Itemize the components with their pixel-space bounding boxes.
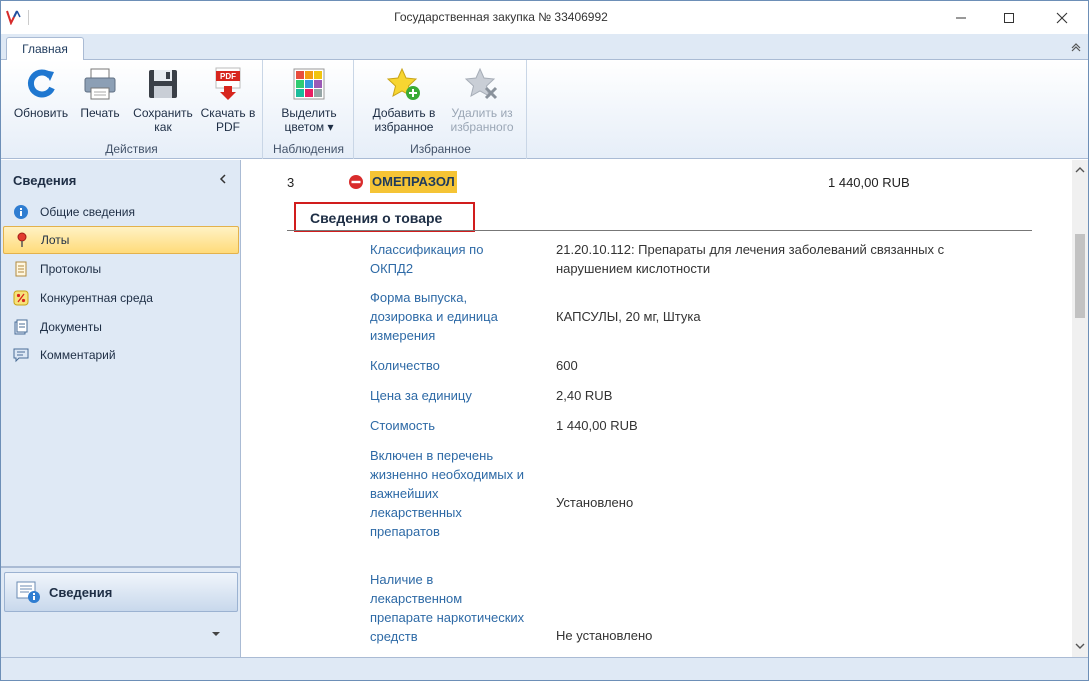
close-icon [1056, 12, 1068, 23]
ribbon-group-favorites: Добавить в избранное Удалить из избранно… [355, 60, 527, 159]
scroll-down-icon[interactable] [1075, 642, 1085, 650]
add-favorite-button[interactable]: Добавить в избранное [369, 64, 439, 142]
sidebar-item-comment[interactable]: Комментарий [3, 341, 239, 369]
minimize-icon [956, 17, 966, 18]
chevron-down-icon[interactable] [211, 630, 221, 638]
property-value: Не установлено [556, 628, 653, 643]
pdf-download-icon: PDF [215, 67, 241, 100]
info-icon [14, 205, 28, 219]
print-button[interactable]: Печать [75, 64, 125, 142]
sidebar-item-competition[interactable]: Конкурентная среда [3, 284, 239, 312]
maximize-icon [1004, 12, 1014, 23]
ribbon-group-label-favorites: Избранное [410, 142, 471, 156]
property-label: Наличие в лекарственном препарате наркот… [370, 572, 525, 644]
ribbon-group-label-observations: Наблюдения [273, 142, 344, 156]
sidebar-item-label: Документы [40, 320, 102, 334]
download-pdf-button[interactable]: PDF Скачать в PDF [197, 64, 259, 142]
percent-icon [13, 290, 29, 306]
refresh-button[interactable]: Обновить [9, 64, 73, 142]
lot-name: ОМЕПРАЗОЛ [370, 171, 457, 193]
lot-price: 1 440,00 RUB [828, 175, 910, 190]
maximize-button[interactable] [986, 1, 1032, 34]
pin-icon [17, 232, 27, 247]
printer-icon [84, 68, 116, 100]
nav-group-label: Сведения [49, 584, 113, 600]
navigation-pane: Сведения Общие сведения Лоты Протоколы К… [1, 160, 241, 657]
tab-home[interactable]: Главная [6, 37, 84, 61]
print-label: Печать [80, 106, 120, 120]
star-add-icon [386, 67, 420, 100]
sidebar-item-label: Конкурентная среда [40, 291, 153, 305]
floppy-disk-icon [149, 70, 177, 98]
sidebar-item-general-info[interactable]: Общие сведения [3, 198, 239, 226]
ribbon-group-actions: Обновить Печать Сохранить как PDF Скачат… [1, 60, 263, 159]
nav-group-button-details[interactable]: Сведения [4, 572, 238, 612]
property-value: 1 440,00 RUB [556, 418, 638, 433]
document-list-icon [15, 261, 27, 277]
section-title-product-info: Сведения о товаре [294, 202, 475, 232]
property-label: Количество [370, 358, 440, 373]
window-title: Государственная закупка № 33406992 [394, 10, 608, 24]
ribbon-group-observations: Выделить цветом ▾ Наблюдения [264, 60, 354, 159]
property-label: Форма выпуска, дозировка и единица измер… [370, 290, 498, 343]
save-as-label: Сохранить как [133, 106, 193, 134]
refresh-label: Обновить [13, 106, 69, 120]
nav-header-title: Сведения [13, 173, 77, 188]
minimize-button[interactable] [938, 1, 984, 34]
pdf-badge-text: PDF [220, 72, 236, 81]
chevron-left-icon[interactable] [218, 173, 228, 185]
property-value: КАПСУЛЫ, 20 мг, Штука [556, 309, 701, 324]
ribbon-group-label-actions: Действия [105, 142, 158, 156]
download-pdf-label: Скачать в PDF [200, 106, 256, 134]
sidebar-item-documents[interactable]: Документы [3, 313, 239, 341]
remove-favorite-button[interactable]: Удалить из избранного [443, 64, 521, 142]
status-bar [1, 657, 1088, 680]
title-bar: Государственная закупка № 33406992 [1, 1, 1088, 34]
vertical-scrollbar[interactable] [1072, 160, 1088, 657]
ribbon-collapse-icon[interactable] [1070, 41, 1082, 53]
sidebar-item-label: Общие сведения [40, 205, 135, 219]
highlight-color-label: Выделить цветом ▾ [281, 106, 337, 134]
sidebar-item-lots[interactable]: Лоты [3, 226, 239, 254]
property-label: Классификация по ОКПД2 [370, 242, 484, 276]
refresh-icon [27, 69, 55, 98]
property-value: 21.20.10.112: Препараты для лечения забо… [556, 242, 945, 276]
star-remove-icon [464, 67, 498, 100]
remove-favorite-label: Удалить из избранного [450, 106, 514, 134]
property-label: Включен в перечень жизненно необходимых … [370, 448, 524, 539]
ribbon-tab-strip: Главная [1, 34, 1088, 61]
property-value: 2,40 RUB [556, 388, 613, 403]
nav-header: Сведения [1, 160, 241, 196]
details-info-icon [16, 581, 40, 603]
color-grid-icon [293, 68, 325, 100]
sidebar-item-label: Комментарий [40, 348, 116, 362]
stop-status-icon [349, 175, 363, 189]
ribbon: Обновить Печать Сохранить как PDF Скачат… [1, 60, 1088, 159]
property-label: Цена за единицу [370, 388, 472, 403]
sidebar-item-label: Протоколы [40, 262, 102, 276]
property-label: Стоимость [370, 418, 436, 433]
close-button[interactable] [1039, 1, 1085, 34]
sidebar-item-label: Лоты [41, 233, 70, 247]
sidebar-item-protocols[interactable]: Протоколы [3, 255, 239, 283]
comment-icon [13, 348, 29, 363]
property-value: Установлено [556, 495, 634, 510]
nav-splitter[interactable] [1, 566, 241, 568]
section-divider [287, 230, 1032, 231]
documents-icon [14, 319, 28, 335]
main-content: 3 ОМЕПРАЗОЛ 1 440,00 RUB Сведения о това… [242, 160, 1088, 657]
lot-row[interactable]: 3 ОМЕПРАЗОЛ 1 440,00 RUB [242, 170, 1042, 194]
scroll-up-icon[interactable] [1075, 166, 1085, 174]
save-as-button[interactable]: Сохранить как [127, 64, 199, 142]
property-value: 600 [556, 358, 578, 373]
lot-number: 3 [287, 175, 295, 190]
scrollbar-thumb[interactable] [1075, 234, 1085, 318]
highlight-color-button[interactable]: Выделить цветом ▾ [278, 64, 340, 142]
add-favorite-label: Добавить в избранное [372, 106, 436, 134]
app-window: Государственная закупка № 33406992 Главн… [0, 0, 1089, 681]
